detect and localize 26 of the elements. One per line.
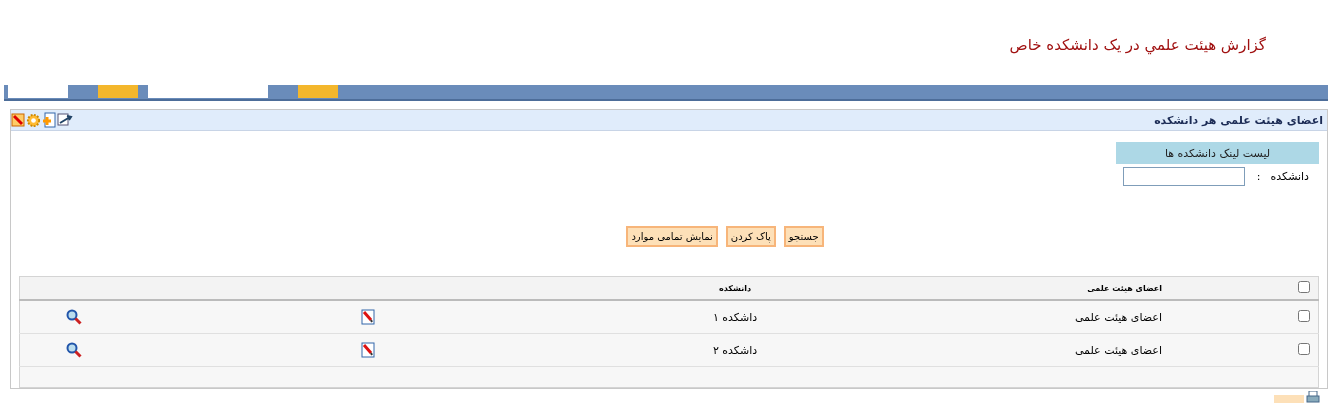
field-label: دانشکده <box>1270 169 1309 183</box>
action-button[interactable]: نمایش تمامی موارد <box>626 226 718 247</box>
page-title: گزارش هيئت علمي در يک دانشکده خاص <box>1009 36 1266 54</box>
edit-document-icon[interactable] <box>361 342 375 358</box>
input-field[interactable] <box>1122 166 1245 186</box>
column-header: دانشکده <box>719 283 751 293</box>
checkbox[interactable] <box>1298 281 1310 293</box>
edit-icon[interactable] <box>11 113 25 127</box>
list-link-header[interactable]: لیست لینک دانشکده ها <box>1116 142 1319 164</box>
search-icon[interactable] <box>65 309 82 325</box>
table-cell: اعضای هیئت علمی <box>1074 310 1162 324</box>
action-button[interactable]: جستجو <box>783 226 824 247</box>
settings-icon[interactable] <box>26 112 41 128</box>
panel-title: اعضای هیئت علمی هر دانشکده <box>1154 113 1323 127</box>
table-cell: داشکده ۱ <box>712 310 758 324</box>
table-cell: اعضای هیئت علمی <box>1074 343 1162 357</box>
print-icon[interactable] <box>1306 391 1320 403</box>
search-icon[interactable] <box>65 342 82 358</box>
checkbox[interactable] <box>1298 309 1310 322</box>
checkbox[interactable] <box>1298 342 1310 355</box>
action-button[interactable]: پاک کردن <box>725 226 776 247</box>
colon: : <box>1256 169 1261 183</box>
column-header: اعضای هیئت علمی <box>1087 283 1162 293</box>
export-icon[interactable] <box>57 113 73 127</box>
edit-document-icon[interactable] <box>361 309 375 325</box>
table-cell: داشکده ۲ <box>712 343 758 357</box>
